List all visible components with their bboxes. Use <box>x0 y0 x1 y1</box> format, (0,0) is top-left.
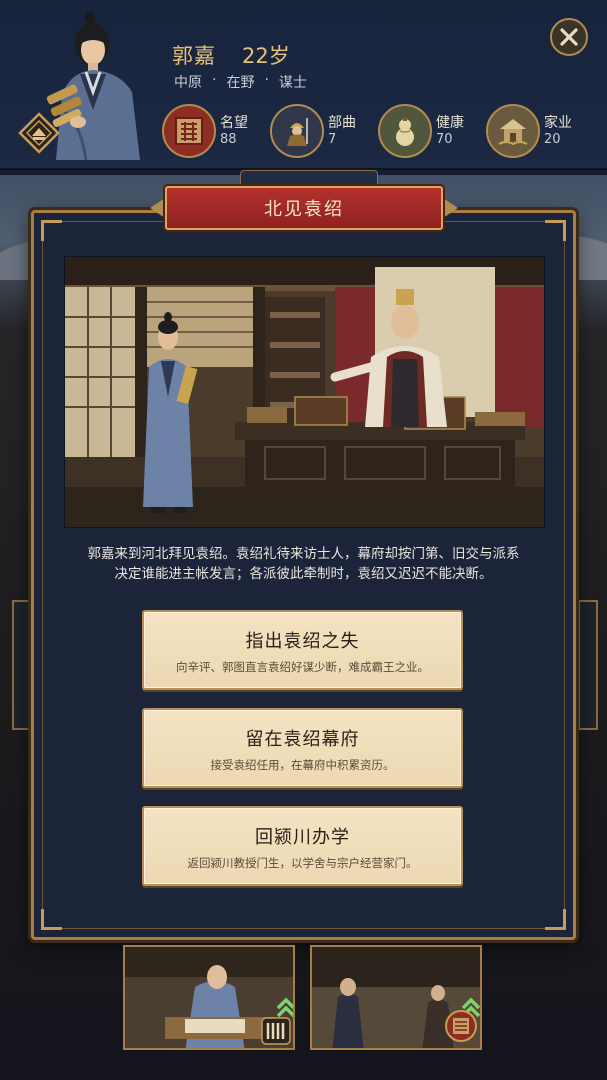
choice-button-2[interactable]: 留在袁绍幕府 接受袁绍任用，在幕府中积累资历。 <box>142 708 463 788</box>
tag-region: 中原 <box>174 75 202 91</box>
close-button[interactable] <box>550 18 588 56</box>
soldier-icon <box>270 104 324 158</box>
stats-bar: 名望 88 部曲 7 健康 70 家业 20 <box>162 104 602 164</box>
stat-value: 7 <box>328 132 337 147</box>
character-tags: 中原 · 在野 · 谋士 <box>174 72 307 92</box>
gourd-icon <box>378 104 432 158</box>
seal-icon <box>162 104 216 158</box>
choice-button-1[interactable]: 指出袁绍之失 向辛评、郭图直言袁绍好谋少断，难成霸王之业。 <box>142 610 463 690</box>
stat-label: 健康 <box>436 115 464 131</box>
bamboo-scroll-icon <box>261 1017 291 1048</box>
stat-value: 20 <box>544 132 561 147</box>
tag-separator: · <box>212 72 217 88</box>
choice-description: 向辛评、郭图直言袁绍好谋少断，难成霸王之业。 <box>176 660 429 674</box>
corner-ornament <box>545 909 566 930</box>
corner-ornament <box>545 220 566 241</box>
character-name: 郭嘉 <box>172 44 216 68</box>
event-description: 郭嘉来到河北拜见袁绍。袁绍礼待来访士人，幕府却按门第、旧交与派系 决定谁能进主帐… <box>64 544 543 584</box>
tag-role: 谋士 <box>278 75 307 91</box>
right-side-frame <box>578 600 598 730</box>
choice-title: 回颍川办学 <box>255 827 350 848</box>
character-age: 22岁 <box>242 44 290 68</box>
corner-ornament <box>41 909 62 930</box>
house-icon <box>486 104 540 158</box>
event-title: 北见袁绍 <box>165 186 443 230</box>
action-card-study[interactable] <box>123 945 295 1050</box>
stat-health[interactable]: 健康 70 <box>378 104 486 162</box>
seal-badge-icon <box>444 1009 478 1047</box>
choice-description: 接受袁绍任用，在幕府中积累资历。 <box>210 758 395 772</box>
action-card-visit[interactable] <box>310 945 482 1050</box>
close-icon <box>560 28 578 46</box>
stat-fame[interactable]: 名望 88 <box>162 104 270 162</box>
stat-value: 70 <box>436 132 453 147</box>
stat-label: 部曲 <box>328 115 356 131</box>
tag-separator: · <box>264 72 269 88</box>
choice-title: 留在袁绍幕府 <box>245 729 360 750</box>
stat-label: 家业 <box>544 115 572 131</box>
rank-badge-icon[interactable] <box>18 112 60 154</box>
left-side-frame <box>12 600 32 730</box>
character-header: 郭嘉 22岁 中原 · 在野 · 谋士 名望 88 部曲 7 健康 70 家业 … <box>0 0 607 170</box>
tag-status: 在野 <box>226 75 255 91</box>
choice-button-3[interactable]: 回颍川办学 返回颍川教授门生，以学舍与宗户经营家门。 <box>142 806 463 886</box>
choice-title: 指出袁绍之失 <box>245 631 360 652</box>
stat-value: 88 <box>220 132 237 147</box>
choice-description: 返回颍川教授门生，以学舍与宗户经营家门。 <box>187 856 418 870</box>
event-illustration <box>64 256 545 528</box>
stat-estate[interactable]: 家业 20 <box>486 104 594 162</box>
stat-retainers[interactable]: 部曲 7 <box>270 104 378 162</box>
event-description-line: 郭嘉来到河北拜见袁绍。袁绍礼待来访士人，幕府却按门第、旧交与派系 <box>87 546 520 562</box>
stat-label: 名望 <box>220 115 248 131</box>
corner-ornament <box>41 220 62 241</box>
event-description-line: 决定谁能进主帐发言；各派彼此牵制时，袁绍又迟迟不能决断。 <box>114 566 493 582</box>
